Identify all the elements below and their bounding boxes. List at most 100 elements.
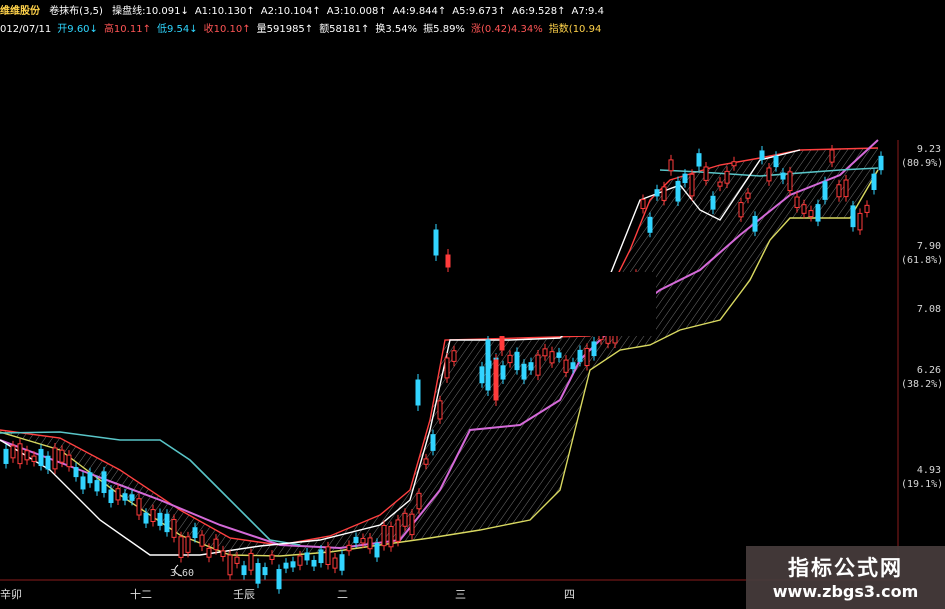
time-label-5: 四	[564, 588, 575, 601]
candle-body	[801, 204, 807, 214]
candle-body	[290, 561, 296, 568]
candle-body	[584, 347, 590, 367]
candle-body	[185, 536, 191, 553]
candle-body	[745, 192, 751, 199]
candle-body	[101, 471, 107, 494]
candle-body	[703, 166, 709, 181]
candle-body	[52, 447, 58, 470]
candle-body	[535, 354, 541, 376]
candle-body	[710, 195, 716, 210]
candle-body	[668, 159, 674, 172]
candle-body	[17, 443, 23, 465]
candle-body	[87, 472, 93, 484]
candle-body	[374, 542, 380, 558]
stock-name[interactable]: 维维股份	[0, 6, 40, 17]
candle-body	[108, 489, 114, 504]
time-label-4: 三	[455, 588, 466, 601]
candle-body	[381, 524, 387, 547]
candle-body	[269, 554, 275, 560]
ohlc-value-6: 额58181↑	[319, 24, 370, 35]
candle-body	[227, 554, 233, 576]
candle-body	[731, 161, 737, 167]
price-label-1: 7.90	[916, 241, 941, 252]
candle-body	[353, 536, 359, 544]
candle-body	[45, 455, 51, 470]
candle-body	[661, 186, 667, 201]
candle-body	[199, 534, 205, 547]
candle-body	[675, 180, 681, 202]
ohlc-value-3: 低9.54↓	[156, 24, 198, 35]
candle-body	[752, 215, 758, 232]
candle-body	[3, 448, 9, 464]
fib-pct-label-0: (80.9%)	[901, 158, 944, 169]
candle-body	[500, 365, 506, 380]
candle-body	[192, 527, 198, 539]
candle-body	[549, 351, 555, 364]
candle-body	[445, 254, 451, 268]
candle-body	[304, 552, 310, 561]
candle-body	[773, 155, 779, 168]
ohlc-value-4: 收10.10↑	[203, 24, 251, 35]
time-label-0: 辛卯	[0, 588, 22, 601]
candle-body	[129, 494, 135, 501]
candle-body	[815, 204, 821, 222]
candle-body	[248, 552, 254, 571]
candle-body	[178, 536, 184, 558]
candle-body	[360, 537, 366, 544]
candle-body	[143, 512, 149, 524]
candle-body	[150, 509, 156, 522]
candle-body	[878, 155, 884, 171]
candle-body	[430, 434, 436, 451]
low-price-marker: 3.60	[170, 568, 195, 579]
candle-body	[402, 512, 408, 527]
ohlc-value-10: 指数(10.94	[548, 24, 602, 35]
fib-pct-label-3: (38.2%)	[901, 379, 944, 390]
candle-body	[871, 173, 877, 191]
candle-body	[507, 354, 513, 364]
candle-body	[213, 538, 219, 551]
teal-line	[0, 431, 301, 546]
indicator-value-1: A1:10.130↑	[194, 6, 255, 17]
price-label-2: 7.08	[916, 304, 941, 315]
indicator-name[interactable]: 卷抹布(3,5)	[49, 6, 103, 17]
candle-body	[66, 454, 72, 468]
candle-body	[437, 400, 443, 420]
candle-body	[689, 173, 695, 197]
candle-body	[122, 493, 128, 501]
ohlc-value-0: 012/07/11	[0, 24, 52, 35]
candle-body	[836, 184, 842, 198]
indicator-value-0: 操盘线:10.091↓	[112, 6, 189, 17]
time-label-1: 十二	[130, 588, 152, 601]
candle-body	[433, 229, 439, 256]
candle-body	[10, 445, 16, 459]
price-label-3: 6.26	[916, 365, 941, 376]
candle-body	[94, 480, 100, 492]
candle-body	[696, 153, 702, 167]
candle-body	[829, 149, 835, 163]
candle-body	[297, 555, 303, 566]
candle-body	[647, 216, 653, 233]
candle-body	[73, 467, 79, 478]
candle-body	[808, 210, 814, 218]
candle-body	[479, 366, 485, 384]
candle-body	[157, 512, 163, 526]
fib-pct-label-1: (61.8%)	[901, 255, 944, 266]
candle-body	[416, 492, 422, 510]
candle-body	[521, 363, 527, 380]
candle-body	[38, 448, 44, 467]
occlusion-block	[424, 272, 656, 336]
candle-body	[493, 359, 499, 401]
candle-body	[367, 537, 373, 550]
candle-body	[577, 349, 583, 362]
ohlc-value-2: 高10.11↑	[103, 24, 151, 35]
indicator-value-6: A6:9.528↑	[511, 6, 566, 17]
watermark: 指标公式网 www.zbgs3.com	[746, 546, 945, 609]
candle-body	[234, 556, 240, 564]
candle-body	[640, 199, 646, 210]
candle-body	[822, 181, 828, 200]
candle-body	[423, 458, 429, 465]
candle-body	[206, 547, 212, 558]
candle-body	[388, 525, 394, 548]
time-label-2: 壬辰	[233, 588, 255, 601]
candle-body	[262, 567, 268, 576]
